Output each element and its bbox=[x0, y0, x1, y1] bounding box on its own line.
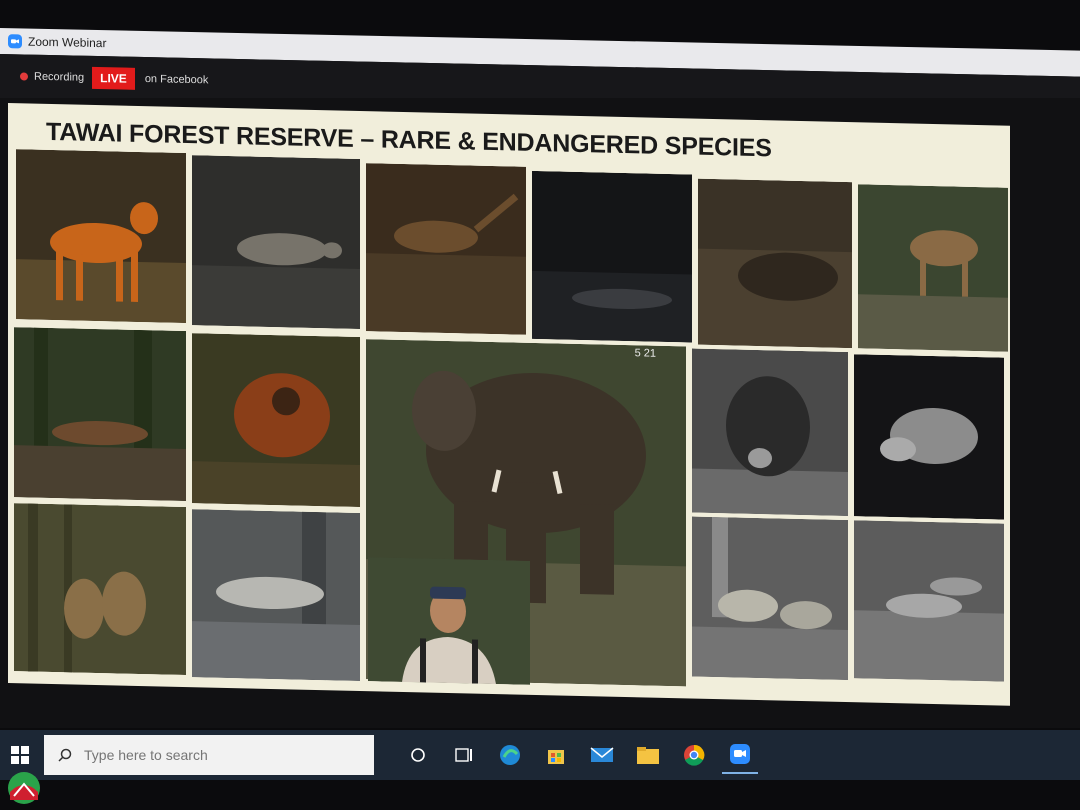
photo-tile bbox=[854, 354, 1004, 520]
store-icon[interactable] bbox=[538, 737, 574, 773]
recording-label[interactable]: Recording bbox=[34, 71, 84, 84]
edge-icon[interactable] bbox=[492, 737, 528, 773]
zoom-icon[interactable] bbox=[722, 736, 758, 774]
photo-tile bbox=[192, 155, 360, 329]
live-platform-label: on Facebook bbox=[144, 73, 209, 87]
search-icon bbox=[58, 748, 72, 762]
task-view-icon[interactable] bbox=[400, 737, 436, 773]
photo-tile bbox=[192, 509, 360, 681]
photo-tile bbox=[692, 516, 848, 681]
photo-tile bbox=[692, 348, 848, 517]
zoom-app-icon bbox=[8, 34, 22, 49]
photo-tile bbox=[192, 333, 360, 507]
timeline-icon[interactable] bbox=[446, 737, 482, 773]
researcher-photo bbox=[368, 557, 530, 685]
search-input[interactable] bbox=[82, 746, 356, 764]
chrome-icon[interactable] bbox=[676, 737, 712, 773]
windows-taskbar bbox=[0, 730, 1080, 780]
photo-tile bbox=[16, 149, 186, 324]
photo-tile bbox=[366, 163, 526, 335]
photo-tile bbox=[858, 184, 1008, 352]
photo-tile bbox=[698, 178, 852, 349]
file-explorer-icon[interactable] bbox=[630, 737, 666, 773]
photo-tile bbox=[854, 520, 1004, 682]
corner-logo-icon bbox=[8, 772, 40, 804]
recording-dot-icon bbox=[20, 72, 28, 81]
taskbar-search-box[interactable] bbox=[44, 735, 374, 775]
live-badge[interactable]: LIVE bbox=[92, 66, 135, 90]
photo-tile bbox=[14, 503, 186, 676]
camera-index-label: 5 21 bbox=[634, 347, 656, 360]
shared-slide: TAWAI FOREST RESERVE – RARE & ENDANGERED… bbox=[8, 103, 1010, 706]
windows-logo-icon bbox=[11, 746, 29, 764]
photo-tile bbox=[14, 327, 186, 502]
mail-icon[interactable] bbox=[584, 737, 620, 773]
photo-tile bbox=[532, 170, 692, 343]
window-title: Zoom Webinar bbox=[28, 34, 107, 51]
